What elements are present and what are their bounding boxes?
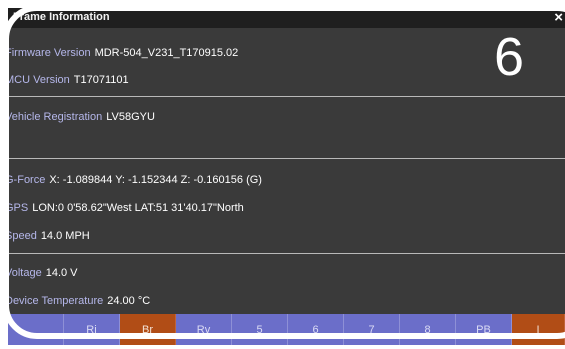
tab-8[interactable]: 8 — [400, 314, 456, 345]
vehicle-registration-row: Vehicle Registration LV58GYU — [8, 111, 155, 123]
vehicle-registration-label: Vehicle Registration — [8, 111, 103, 123]
close-icon[interactable]: × — [554, 8, 563, 28]
vehicle-registration-value: LV58GYU — [106, 111, 155, 123]
tab-1[interactable] — [8, 314, 64, 345]
g-force-label: G-Force — [8, 174, 46, 186]
window-title: Frame Information — [13, 11, 110, 23]
gps-label: GPS — [8, 202, 29, 214]
voltage-label: Voltage — [8, 267, 42, 279]
gps-value: LON:0 0'58.62"West LAT:51 31'40.17"North — [32, 202, 244, 214]
step-number-badge: 6 — [494, 27, 525, 87]
divider — [8, 253, 565, 254]
speed-value: 14.0 MPH — [40, 230, 90, 242]
device-temperature-row: Device Temperature 24.00 °C — [8, 295, 150, 307]
voltage-value: 14.0 V — [45, 267, 78, 279]
gps-row: GPS LON:0 0'58.62"West LAT:51 31'40.17"No… — [8, 202, 244, 214]
tab-ri[interactable]: Ri — [64, 314, 120, 345]
divider — [8, 158, 565, 159]
tab-5[interactable]: 5 — [232, 314, 288, 345]
firmware-version-row: Firmware Version MDR-504_V231_T170915.02 — [8, 47, 238, 59]
g-force-value: X: -1.089844 Y: -1.152344 Z: -0.160156 (… — [49, 174, 262, 186]
tab-7[interactable]: 7 — [344, 314, 400, 345]
tab-6[interactable]: 6 — [288, 314, 344, 345]
frame-information-window: Frame Information × Firmware Version MDR-… — [8, 8, 565, 345]
mcu-version-label: MCU Version — [8, 74, 70, 86]
firmware-version-label: Firmware Version — [8, 47, 91, 59]
firmware-version-value: MDR-504_V231_T170915.02 — [94, 47, 239, 59]
tab-br[interactable]: Br — [120, 314, 176, 345]
voltage-row: Voltage 14.0 V — [8, 267, 78, 279]
device-temperature-label: Device Temperature — [8, 295, 104, 307]
tab-pb[interactable]: PB — [456, 314, 512, 345]
mcu-version-value: T17071101 — [73, 74, 129, 86]
tab-rv[interactable]: Rv — [176, 314, 232, 345]
divider — [8, 96, 565, 97]
g-force-row: G-Force X: -1.089844 Y: -1.152344 Z: -0.1… — [8, 174, 262, 186]
title-bar: Frame Information × — [8, 8, 565, 28]
tab-last[interactable]: I — [512, 314, 565, 345]
speed-label: Speed — [8, 230, 37, 242]
device-temperature-value: 24.00 °C — [107, 295, 151, 307]
camera-tabs: Ri Br Rv 5 6 7 8 PB I — [8, 314, 565, 345]
mcu-version-row: MCU Version T17071101 — [8, 74, 129, 86]
speed-row: Speed 14.0 MPH — [8, 230, 90, 242]
